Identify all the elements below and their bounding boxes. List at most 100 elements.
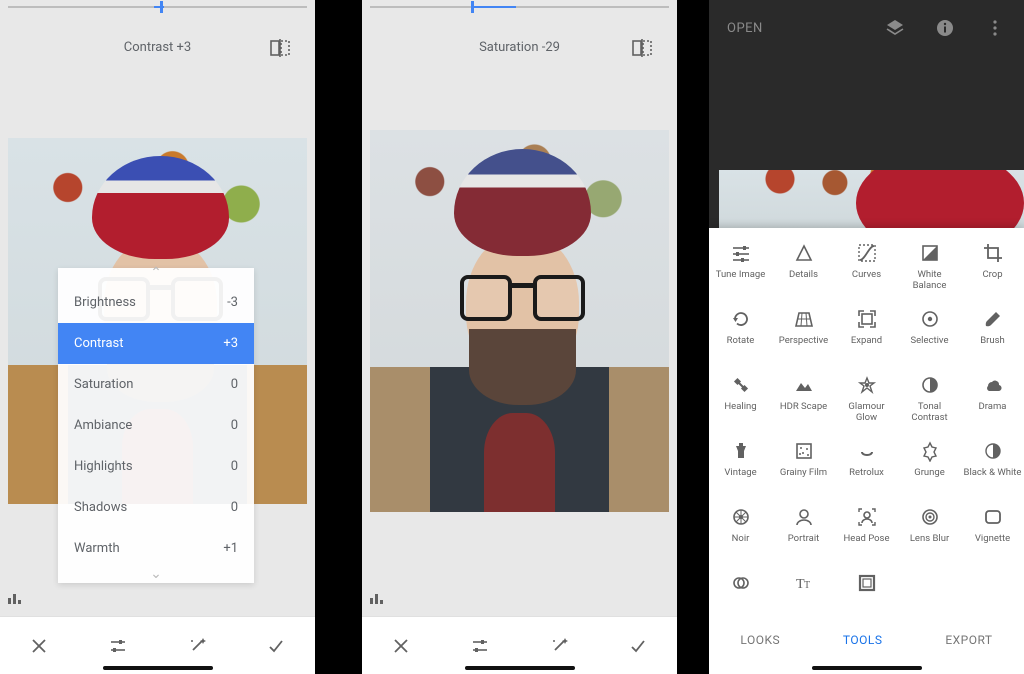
adjust-label: Saturation -29 xyxy=(362,40,677,55)
chevron-down-icon: ⌄ xyxy=(58,569,254,583)
adjust-row-shadows[interactable]: Shadows0 xyxy=(58,487,254,528)
adjust-button[interactable] xyxy=(96,624,140,668)
perspective-icon xyxy=(793,308,815,330)
adjust-popup[interactable]: ⌃ Brightness-3Contrast+3Saturation0Ambia… xyxy=(58,268,254,583)
info-icon[interactable] xyxy=(934,17,956,39)
portrait-icon xyxy=(793,506,815,528)
photo-preview[interactable] xyxy=(370,130,669,512)
chevron-up-icon: ⌃ xyxy=(58,268,254,282)
home-indicator xyxy=(103,666,213,670)
adjust-row-ambiance[interactable]: Ambiance0 xyxy=(58,405,254,446)
grainy-icon xyxy=(793,440,815,462)
tool-bw[interactable]: Black & White xyxy=(961,434,1024,500)
tool-brush[interactable]: Brush xyxy=(961,302,1024,368)
text-icon xyxy=(793,572,815,594)
rotate-icon xyxy=(730,308,752,330)
tool-glow[interactable]: Glamour Glow xyxy=(835,368,898,434)
tool-tonal[interactable]: Tonal Contrast xyxy=(898,368,961,434)
photo-thumb xyxy=(719,170,1024,236)
tools-pane: OPEN Tune ImageDetailsCurvesWhite Balanc… xyxy=(709,0,1024,674)
noir-icon xyxy=(730,506,752,528)
retrolux-icon xyxy=(856,440,878,462)
tool-tune[interactable]: Tune Image xyxy=(709,236,772,302)
apply-button[interactable] xyxy=(254,624,298,668)
auto-button[interactable] xyxy=(175,624,219,668)
expand-icon xyxy=(856,308,878,330)
curves-icon xyxy=(856,242,878,264)
tool-details[interactable]: Details xyxy=(772,236,835,302)
drama-icon xyxy=(982,374,1004,396)
vignette-icon xyxy=(982,506,1004,528)
crop-icon xyxy=(982,242,1004,264)
healing-icon xyxy=(730,374,752,396)
adjust-row-saturation[interactable]: Saturation0 xyxy=(58,364,254,405)
tool-vintage[interactable]: Vintage xyxy=(709,434,772,500)
brush-icon xyxy=(982,308,1004,330)
tab-tools[interactable]: TOOLS xyxy=(843,633,883,647)
compare-icon[interactable] xyxy=(269,38,297,60)
tool-curves[interactable]: Curves xyxy=(835,236,898,302)
tune-icon xyxy=(730,242,752,264)
frames-icon xyxy=(856,572,878,594)
home-indicator xyxy=(465,666,575,670)
details-icon xyxy=(793,242,815,264)
tab-export[interactable]: EXPORT xyxy=(945,633,992,647)
sheet-tabs: LOOKS TOOLS EXPORT xyxy=(709,620,1024,660)
compare-icon[interactable] xyxy=(631,38,659,60)
tool-rotate[interactable]: Rotate xyxy=(709,302,772,368)
auto-button[interactable] xyxy=(537,624,581,668)
tool-grunge[interactable]: Grunge xyxy=(898,434,961,500)
bw-icon xyxy=(982,440,1004,462)
layers-icon[interactable] xyxy=(884,17,906,39)
tool-selective[interactable]: Selective xyxy=(898,302,961,368)
cancel-button[interactable] xyxy=(379,624,423,668)
tool-vignette[interactable]: Vignette xyxy=(961,500,1024,566)
top-bar: OPEN xyxy=(709,0,1024,56)
double-icon xyxy=(730,572,752,594)
adjust-row-contrast[interactable]: Contrast+3 xyxy=(58,323,254,364)
tool-noir[interactable]: Noir xyxy=(709,500,772,566)
apply-button[interactable] xyxy=(616,624,660,668)
tool-grainy[interactable]: Grainy Film xyxy=(772,434,835,500)
adjust-button[interactable] xyxy=(458,624,502,668)
histogram-icon[interactable] xyxy=(6,588,34,608)
tool-text[interactable]: Text xyxy=(772,566,835,594)
adjust-slider[interactable] xyxy=(362,0,677,16)
editor-pane-saturation: Saturation -29 xyxy=(362,0,677,674)
grunge-icon xyxy=(919,440,941,462)
adjust-row-brightness[interactable]: Brightness-3 xyxy=(58,282,254,323)
lensblur-icon xyxy=(919,506,941,528)
adjust-slider[interactable] xyxy=(0,0,315,16)
tool-drama[interactable]: Drama xyxy=(961,368,1024,434)
tab-looks[interactable]: LOOKS xyxy=(740,633,780,647)
tonal-icon xyxy=(919,374,941,396)
tool-hdr[interactable]: HDR Scape xyxy=(772,368,835,434)
cancel-button[interactable] xyxy=(17,624,61,668)
tool-perspective[interactable]: Perspective xyxy=(772,302,835,368)
tool-headpose[interactable]: Head Pose xyxy=(835,500,898,566)
tool-crop[interactable]: Crop xyxy=(961,236,1024,302)
tool-lensblur[interactable]: Lens Blur xyxy=(898,500,961,566)
tool-portrait[interactable]: Portrait xyxy=(772,500,835,566)
histogram-icon[interactable] xyxy=(368,588,396,608)
home-indicator xyxy=(812,666,922,670)
open-button[interactable]: OPEN xyxy=(727,21,763,36)
tool-wb[interactable]: White Balance xyxy=(898,236,961,302)
vintage-icon xyxy=(730,440,752,462)
wb-icon xyxy=(919,242,941,264)
tool-expand[interactable]: Expand xyxy=(835,302,898,368)
more-icon[interactable] xyxy=(984,17,1006,39)
glow-icon xyxy=(856,374,878,396)
tool-double[interactable]: Double Exposure xyxy=(709,566,772,594)
tools-sheet: Tune ImageDetailsCurvesWhite BalanceCrop… xyxy=(709,228,1024,674)
tool-frames[interactable]: Frames xyxy=(835,566,898,594)
adjust-label: Contrast +3 xyxy=(0,40,315,55)
adjust-row-warmth[interactable]: Warmth+1 xyxy=(58,528,254,569)
headpose-icon xyxy=(856,506,878,528)
selective-icon xyxy=(919,308,941,330)
editor-pane-contrast: Contrast +3 ⌃ Brightness-3Contrast+3Satu… xyxy=(0,0,315,674)
hdr-icon xyxy=(793,374,815,396)
adjust-row-highlights[interactable]: Highlights0 xyxy=(58,446,254,487)
tool-healing[interactable]: Healing xyxy=(709,368,772,434)
tool-retrolux[interactable]: Retrolux xyxy=(835,434,898,500)
